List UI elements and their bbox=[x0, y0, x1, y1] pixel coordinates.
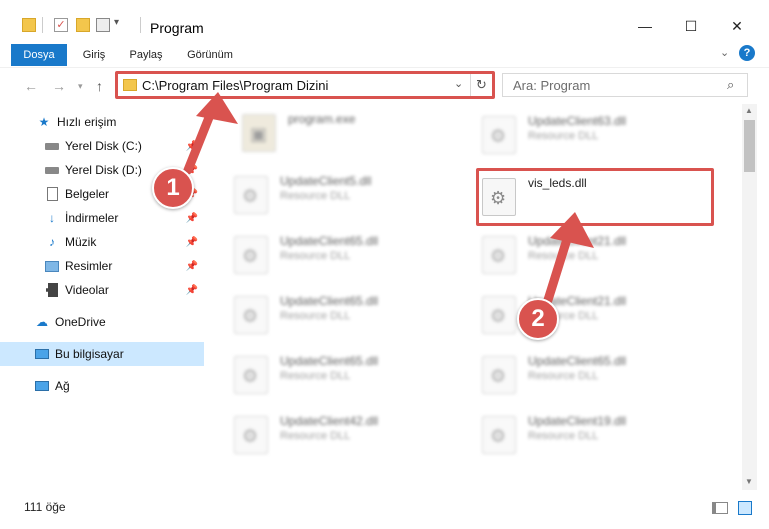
callout-2: 2 bbox=[517, 298, 559, 340]
arrow-2-head bbox=[550, 212, 594, 248]
annotation-arrows bbox=[183, 92, 594, 305]
arrow-2-shaft bbox=[543, 231, 573, 305]
arrow-1-shaft bbox=[183, 105, 217, 175]
callout-1: 1 bbox=[152, 167, 194, 209]
arrow-1-head bbox=[196, 92, 238, 124]
